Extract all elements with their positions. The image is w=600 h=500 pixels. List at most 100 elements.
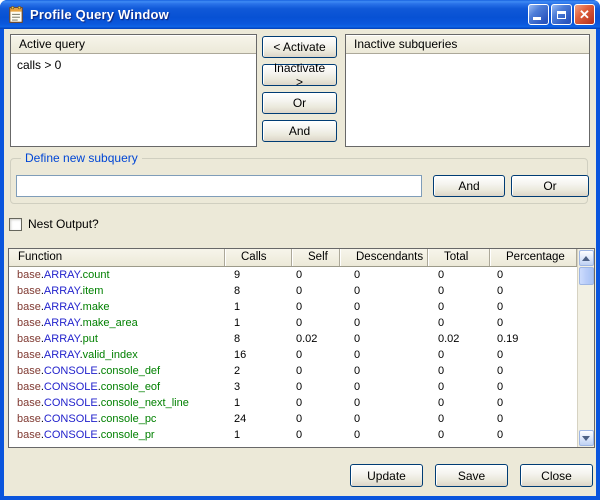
- nest-output-checkbox[interactable]: [9, 218, 22, 231]
- and-transfer-button[interactable]: And: [262, 120, 337, 142]
- self-cell: 0: [291, 283, 339, 299]
- scroll-down-button[interactable]: [579, 430, 594, 446]
- table-scrollbar[interactable]: [577, 249, 594, 447]
- descendants-cell: 0: [339, 379, 427, 395]
- self-cell: 0: [291, 411, 339, 427]
- inactive-subqueries-header: Inactive subqueries: [346, 35, 589, 54]
- total-cell: 0: [427, 379, 489, 395]
- table-header: Function Calls Self Descendants Total Pe…: [9, 249, 577, 267]
- total-cell: 0.02: [427, 331, 489, 347]
- calls-cell: 1: [224, 299, 291, 315]
- descendants-cell: 0: [339, 267, 427, 283]
- column-header-total[interactable]: Total: [427, 249, 489, 266]
- total-cell: 0: [427, 283, 489, 299]
- window-controls: ✕: [528, 4, 595, 25]
- total-cell: 0: [427, 427, 489, 443]
- close-dialog-button[interactable]: Close: [520, 464, 593, 487]
- table-row[interactable]: base.CONSOLE.console_eof30000: [9, 379, 577, 395]
- table-row[interactable]: base.CONSOLE.console_pc240000: [9, 411, 577, 427]
- scroll-up-button[interactable]: [579, 250, 594, 266]
- function-cell: base.CONSOLE.console_pr: [9, 427, 224, 443]
- self-cell: 0: [291, 267, 339, 283]
- scrollbar-thumb[interactable]: [579, 267, 594, 285]
- profile-table: Function Calls Self Descendants Total Pe…: [8, 248, 595, 448]
- calls-cell: 16: [224, 347, 291, 363]
- calls-cell: 3: [224, 379, 291, 395]
- percentage-cell: 0: [489, 427, 577, 443]
- calls-cell: 8: [224, 331, 291, 347]
- calls-cell: 1: [224, 395, 291, 411]
- percentage-cell: 0: [489, 267, 577, 283]
- table-row[interactable]: base.ARRAY.make10000: [9, 299, 577, 315]
- subquery-input[interactable]: [16, 175, 422, 197]
- table-row[interactable]: base.ARRAY.valid_index160000: [9, 347, 577, 363]
- percentage-cell: 0: [489, 395, 577, 411]
- list-item[interactable]: calls > 0: [11, 55, 256, 75]
- descendants-cell: 0: [339, 427, 427, 443]
- percentage-cell: 0: [489, 379, 577, 395]
- update-button[interactable]: Update: [350, 464, 423, 487]
- and-subquery-button[interactable]: And: [433, 175, 505, 197]
- nest-output-row: Nest Output?: [9, 216, 99, 232]
- column-header-calls[interactable]: Calls: [224, 249, 291, 266]
- function-cell: base.CONSOLE.console_eof: [9, 379, 224, 395]
- self-cell: 0: [291, 363, 339, 379]
- function-cell: base.ARRAY.put: [9, 331, 224, 347]
- or-transfer-button[interactable]: Or: [262, 92, 337, 114]
- column-header-self[interactable]: Self: [291, 249, 339, 266]
- maximize-button[interactable]: [551, 4, 572, 25]
- descendants-cell: 0: [339, 283, 427, 299]
- minimize-button[interactable]: [528, 4, 549, 25]
- save-button[interactable]: Save: [435, 464, 508, 487]
- calls-cell: 2: [224, 363, 291, 379]
- total-cell: 0: [427, 315, 489, 331]
- calls-cell: 1: [224, 315, 291, 331]
- table-row[interactable]: base.ARRAY.make_area10000: [9, 315, 577, 331]
- table-row[interactable]: base.CONSOLE.console_def20000: [9, 363, 577, 379]
- table-body[interactable]: base.ARRAY.count90000base.ARRAY.item8000…: [9, 267, 577, 447]
- percentage-cell: 0: [489, 283, 577, 299]
- inactive-subqueries-list[interactable]: [346, 55, 589, 146]
- inactivate-button[interactable]: Inactivate >: [262, 64, 337, 86]
- close-button[interactable]: ✕: [574, 4, 595, 25]
- self-cell: 0: [291, 347, 339, 363]
- column-header-function[interactable]: Function: [9, 249, 224, 266]
- calls-cell: 8: [224, 283, 291, 299]
- function-cell: base.ARRAY.valid_index: [9, 347, 224, 363]
- activate-button[interactable]: < Activate: [262, 36, 337, 58]
- maximize-icon: [557, 11, 566, 19]
- descendants-cell: 0: [339, 315, 427, 331]
- descendants-cell: 0: [339, 395, 427, 411]
- window-title: Profile Query Window: [30, 7, 169, 22]
- table-row[interactable]: base.ARRAY.put80.0200.020.19: [9, 331, 577, 347]
- calls-cell: 24: [224, 411, 291, 427]
- table-row[interactable]: base.CONSOLE.console_pr10000: [9, 427, 577, 443]
- descendants-cell: 0: [339, 411, 427, 427]
- or-subquery-button[interactable]: Or: [511, 175, 589, 197]
- define-subquery-group: Define new subquery And Or: [10, 158, 588, 204]
- self-cell: 0: [291, 427, 339, 443]
- nest-output-label: Nest Output?: [28, 217, 99, 231]
- calls-cell: 9: [224, 267, 291, 283]
- total-cell: 0: [427, 395, 489, 411]
- app-icon[interactable]: [7, 6, 25, 24]
- active-query-header: Active query: [11, 35, 256, 54]
- column-header-percentage[interactable]: Percentage: [489, 249, 577, 266]
- function-cell: base.ARRAY.item: [9, 283, 224, 299]
- self-cell: 0: [291, 395, 339, 411]
- inactive-subqueries-panel: Inactive subqueries: [345, 34, 590, 147]
- titlebar[interactable]: Profile Query Window ✕: [0, 0, 600, 29]
- function-cell: base.CONSOLE.console_def: [9, 363, 224, 379]
- function-cell: base.CONSOLE.console_next_line: [9, 395, 224, 411]
- profile-query-window: Profile Query Window ✕ Active query call…: [0, 0, 600, 500]
- column-header-descendants[interactable]: Descendants: [339, 249, 427, 266]
- percentage-cell: 0: [489, 315, 577, 331]
- client-area: Active query calls > 0 < Activate Inacti…: [4, 29, 596, 496]
- active-query-list[interactable]: calls > 0: [11, 55, 256, 146]
- table-row[interactable]: base.ARRAY.item80000: [9, 283, 577, 299]
- percentage-cell: 0.19: [489, 331, 577, 347]
- table-row[interactable]: base.ARRAY.count90000: [9, 267, 577, 283]
- descendants-cell: 0: [339, 363, 427, 379]
- total-cell: 0: [427, 267, 489, 283]
- table-row[interactable]: base.CONSOLE.console_next_line10000: [9, 395, 577, 411]
